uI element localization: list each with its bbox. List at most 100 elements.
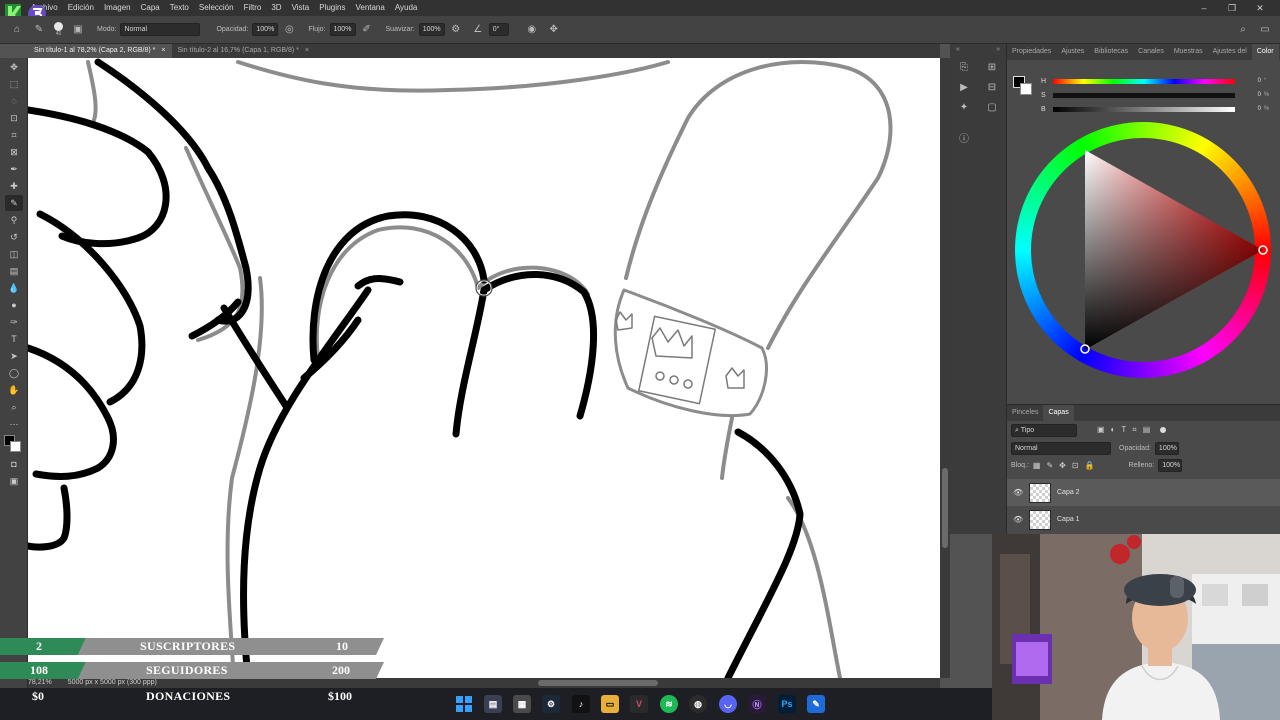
eraser-tool-icon[interactable]: ◫	[5, 246, 23, 262]
layer-name[interactable]: Capa 2	[1057, 489, 1080, 496]
file-explorer-icon[interactable]: ▤	[484, 695, 502, 713]
layer-opacity-field[interactable]: 100%	[1154, 441, 1179, 455]
brush-size-picker[interactable]: 40	[54, 22, 63, 37]
tab-channels[interactable]: Canales	[1133, 44, 1169, 60]
tab-swatches[interactable]: Muestras	[1169, 44, 1208, 60]
tab-presets[interactable]: Ajustes del	[1208, 44, 1252, 60]
flow-field[interactable]: 100%	[329, 23, 356, 36]
glyphs-panel-icon[interactable]: ⊞	[984, 59, 1000, 75]
history-brush-tool-icon[interactable]: ↺	[5, 229, 23, 245]
shape-tool-icon[interactable]: ◯	[5, 365, 23, 381]
dodge-tool-icon[interactable]: ●	[5, 297, 23, 313]
hue-slider[interactable]	[1053, 78, 1235, 84]
horizontal-scroll-thumb[interactable]	[538, 680, 658, 686]
photoshop-icon[interactable]: Ps	[778, 695, 796, 713]
pen-tool-icon[interactable]: ✑	[5, 314, 23, 330]
background-color-swatch[interactable]	[10, 441, 21, 452]
menu-texto[interactable]: Texto	[165, 0, 194, 16]
menu-filtro[interactable]: Filtro	[239, 0, 267, 16]
smoothing-field[interactable]: 100%	[418, 23, 445, 36]
tab-properties[interactable]: Propiedades	[1007, 44, 1056, 60]
tab-layers[interactable]: Capas	[1043, 405, 1074, 421]
brush-settings-icon[interactable]: ▣	[71, 23, 85, 37]
visibility-eye-icon[interactable]: 👁	[1013, 515, 1023, 524]
hand-tool-icon[interactable]: ✋	[5, 382, 23, 398]
tab-color[interactable]: Color	[1251, 44, 1279, 60]
color-wheel[interactable]	[1015, 122, 1271, 378]
blur-tool-icon[interactable]: 💧	[5, 280, 23, 296]
close-window-button[interactable]: ✕	[1246, 0, 1274, 16]
menu-imagen[interactable]: Imagen	[99, 0, 136, 16]
obs-icon[interactable]: ◍	[689, 695, 707, 713]
discord-icon[interactable]: ◡	[719, 695, 737, 713]
eyedropper-tool-icon[interactable]: ✒	[5, 161, 23, 177]
symmetry-icon[interactable]: ✥	[547, 23, 561, 37]
object-select-tool-icon[interactable]: ⊡	[5, 110, 23, 126]
mode-select[interactable]: Normal	[120, 23, 201, 36]
fill-field[interactable]: 100%	[1158, 458, 1183, 472]
horizontal-scrollbar[interactable]	[28, 678, 940, 688]
layer-row-capa-2[interactable]: 👁 Capa 2	[1007, 479, 1280, 506]
menu-plugins[interactable]: Plugins	[314, 0, 350, 16]
lock-icons[interactable]: ▦✎✥⊡🔒	[1033, 461, 1101, 470]
home-icon[interactable]: ⌂	[10, 23, 24, 37]
saturation-value[interactable]: 0	[1241, 92, 1261, 98]
visibility-eye-icon[interactable]: 👁	[1013, 488, 1023, 497]
tab-close-icon[interactable]: ×	[161, 44, 165, 58]
saturation-slider[interactable]	[1053, 92, 1235, 98]
maximize-button[interactable]: ❐	[1218, 0, 1246, 16]
brush-settings-panel-icon[interactable]: ✦	[956, 99, 972, 115]
vertical-scroll-thumb[interactable]	[942, 468, 948, 548]
paint-app-icon[interactable]: ✎	[807, 695, 825, 713]
gradient-tool-icon[interactable]: ▤	[5, 263, 23, 279]
tab-document-2[interactable]: Sin título-2 al 16,7% (Capa 1, RGB/8) * …	[172, 44, 316, 58]
zoom-tool-icon[interactable]: ⌕	[5, 399, 23, 415]
hue-slider-row[interactable]: H 0 °	[1041, 74, 1274, 88]
brightness-slider[interactable]	[1053, 106, 1235, 112]
menu-vista[interactable]: Vista	[287, 0, 315, 16]
tab-close-icon[interactable]: ×	[305, 44, 309, 58]
minimize-button[interactable]: –	[1190, 0, 1218, 16]
brightness-slider-row[interactable]: B 0 %	[1041, 102, 1274, 116]
history-panel-icon[interactable]: ⎘	[956, 59, 972, 75]
color-swatches[interactable]	[0, 433, 28, 455]
canvas[interactable]	[28, 58, 940, 678]
files-app-icon[interactable]: ▦	[513, 695, 531, 713]
menu-edicion[interactable]: Edición	[63, 0, 99, 16]
brush-tool-icon[interactable]: ✎	[5, 195, 23, 211]
healing-tool-icon[interactable]: ✚	[5, 178, 23, 194]
screen-mode-icon[interactable]: ▣	[5, 473, 23, 489]
layer-filter-icons[interactable]: ▣◐T⌗▤	[1097, 425, 1156, 435]
steam-icon[interactable]: ⚙	[542, 695, 560, 713]
tab-brushes[interactable]: Pinceles	[1007, 405, 1043, 421]
vtube-app-icon[interactable]: Ⓝ	[748, 695, 766, 713]
workspace-icon[interactable]: ▭	[1258, 23, 1272, 37]
search-icon[interactable]: ⌕	[1236, 23, 1250, 37]
color-triangle[interactable]	[1015, 122, 1271, 378]
layer-row-capa-1[interactable]: 👁 Capa 1	[1007, 506, 1280, 533]
tab-document-1[interactable]: Sin título-1 al 78,2% (Capa 2, RGB/8) * …	[28, 44, 172, 58]
marquee-tool-icon[interactable]: ⬚	[5, 76, 23, 92]
folder-icon[interactable]: ▭	[601, 695, 619, 713]
layer-name[interactable]: Capa 1	[1057, 516, 1080, 523]
opacity-field[interactable]: 100%	[252, 23, 279, 36]
tab-libraries[interactable]: Bibliotecas	[1089, 44, 1133, 60]
spotify-icon[interactable]: ≋	[660, 695, 678, 713]
lasso-tool-icon[interactable]: ◌	[5, 93, 23, 109]
crop-tool-icon[interactable]: ⌗	[5, 127, 23, 143]
menu-ventana[interactable]: Ventana	[350, 0, 389, 16]
layer-filter-select[interactable]: ⌕ Tipo	[1011, 423, 1077, 437]
more-tools-icon[interactable]: ⋯	[5, 416, 23, 432]
smoothing-options-gear-icon[interactable]: ⚙	[449, 23, 463, 37]
filter-toggle-icon[interactable]	[1160, 427, 1167, 433]
styles-panel-icon[interactable]: ▢	[984, 99, 1000, 115]
brightness-value[interactable]: 0	[1241, 106, 1261, 112]
frame-tool-icon[interactable]: ⊠	[5, 144, 23, 160]
brush-preset-icon[interactable]: ✎	[32, 23, 46, 37]
path-select-tool-icon[interactable]: ➤	[5, 348, 23, 364]
saturation-slider-row[interactable]: S 0 %	[1041, 88, 1274, 102]
vegas-icon[interactable]: V	[630, 695, 648, 713]
quick-mask-icon[interactable]: ◘	[5, 456, 23, 472]
hue-value[interactable]: 0	[1241, 78, 1261, 84]
menu-seleccion[interactable]: Selección	[194, 0, 239, 16]
